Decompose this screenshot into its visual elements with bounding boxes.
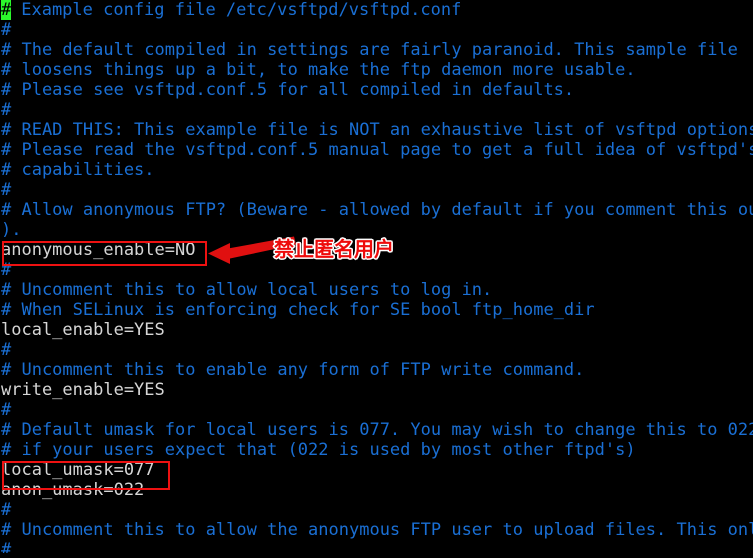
terminal-line: # if your users expect that (022 is used… [1, 440, 636, 460]
terminal-line: # capabilities. [1, 160, 155, 180]
terminal-line: # [1, 340, 12, 360]
terminal-window[interactable]: # Example config file /etc/vsftpd/vsftpd… [0, 0, 753, 558]
terminal-line-text: Example config file /etc/vsftpd/vsftpd.c… [11, 0, 462, 20]
text-cursor: # [1, 0, 12, 20]
terminal-line: # Allow anonymous FTP? (Beware - allowed… [1, 200, 753, 220]
terminal-line: # The default compiled in settings are f… [1, 40, 738, 60]
terminal-line: # Uncomment this to allow local users to… [1, 280, 493, 300]
file-content: # Example config file /etc/vsftpd/vsftpd… [0, 0, 753, 553]
terminal-line: # loosens things up a bit, to make the f… [1, 60, 636, 80]
terminal-line: # READ THIS: This example file is NOT an… [1, 120, 753, 140]
terminal-line: # Please see vsftpd.conf.5 for all compi… [1, 80, 575, 100]
terminal-line: # When SELinux is enforcing check for SE… [1, 300, 595, 320]
terminal-line: # [1, 400, 12, 420]
terminal-line: local_umask=077 [1, 460, 155, 480]
terminal-line: # Please read the vsftpd.conf.5 manual p… [1, 140, 753, 160]
terminal-line: write_enable=YES [1, 380, 165, 400]
terminal-line: # [1, 500, 12, 520]
terminal-line: # [1, 260, 12, 280]
annotation-note: 禁止匿名用户 [273, 237, 395, 261]
terminal-line: anon_umask=022 [1, 480, 145, 500]
terminal-line: # [1, 20, 12, 40]
terminal-line: # Default umask for local users is 077. … [1, 420, 753, 440]
terminal-line: # [1, 180, 12, 200]
terminal-line: # Uncomment this to enable any form of F… [1, 360, 585, 380]
terminal-line: # Uncomment this to allow the anonymous … [1, 520, 753, 540]
terminal-line: # Example config file /etc/vsftpd/vsftpd… [0, 0, 753, 20]
terminal-line: # [1, 540, 12, 553]
annotation-note-text: 禁止匿名用户 [273, 237, 395, 261]
terminal-line: # [1, 100, 12, 120]
terminal-line: local_enable=YES [1, 320, 165, 340]
